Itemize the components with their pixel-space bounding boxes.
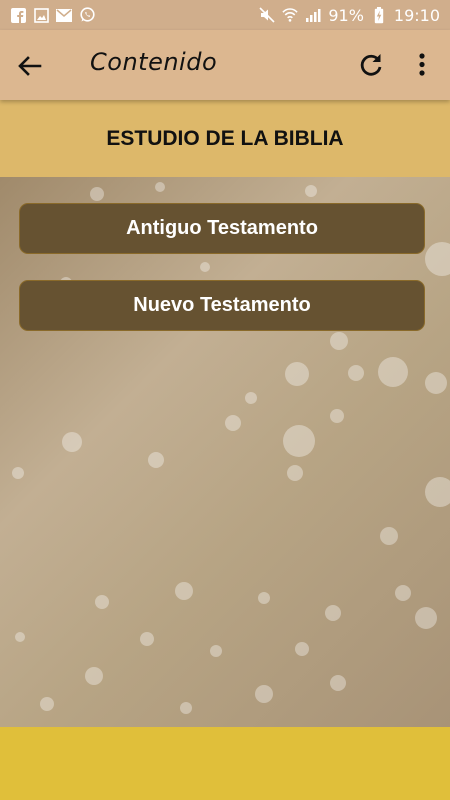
status-right: 91% 19:10 bbox=[259, 6, 440, 25]
nuevo-testamento-button[interactable]: Nuevo Testamento bbox=[19, 280, 425, 331]
bokeh-light bbox=[295, 642, 309, 656]
refresh-icon[interactable] bbox=[357, 51, 385, 79]
bokeh-light bbox=[155, 182, 165, 192]
bokeh-light bbox=[287, 465, 303, 481]
footer-band bbox=[0, 727, 450, 800]
bokeh-light bbox=[330, 332, 348, 350]
mute-icon bbox=[259, 7, 275, 23]
nuevo-testamento-label: Nuevo Testamento bbox=[133, 294, 311, 316]
app-bar: Contenido bbox=[0, 30, 450, 100]
bokeh-light bbox=[148, 452, 164, 468]
bokeh-light bbox=[180, 702, 192, 714]
bokeh-light bbox=[330, 675, 346, 691]
battery-charging-icon bbox=[371, 6, 387, 23]
bokeh-light bbox=[325, 605, 341, 621]
status-bar: 91% 19:10 bbox=[0, 0, 450, 30]
status-left bbox=[10, 7, 95, 23]
bokeh-light bbox=[140, 632, 154, 646]
bokeh-light bbox=[285, 362, 309, 386]
bokeh-light bbox=[330, 409, 344, 423]
header-band: ESTUDIO DE LA BIBLIA bbox=[0, 100, 450, 177]
bokeh-light bbox=[380, 527, 398, 545]
whatsapp-icon bbox=[79, 7, 95, 23]
bokeh-light bbox=[378, 357, 408, 387]
bokeh-light bbox=[283, 425, 315, 457]
bokeh-light bbox=[12, 467, 24, 479]
background-bokeh: Antiguo Testamento Nuevo Testamento bbox=[0, 177, 450, 727]
wifi-icon bbox=[282, 7, 298, 23]
facebook-icon bbox=[10, 7, 26, 23]
more-vert-icon[interactable] bbox=[412, 51, 432, 79]
gallery-icon bbox=[33, 7, 49, 23]
clock: 19:10 bbox=[393, 5, 440, 25]
bokeh-light bbox=[415, 607, 437, 629]
bokeh-light bbox=[225, 415, 241, 431]
bokeh-light bbox=[40, 697, 54, 711]
back-arrow-icon[interactable] bbox=[16, 52, 44, 80]
bokeh-light bbox=[210, 645, 222, 657]
section-title: ESTUDIO DE LA BIBLIA bbox=[106, 126, 344, 150]
antiguo-testamento-label: Antiguo Testamento bbox=[126, 217, 318, 239]
bokeh-light bbox=[90, 187, 104, 201]
bokeh-light bbox=[245, 392, 257, 404]
bokeh-light bbox=[305, 185, 317, 197]
bokeh-light bbox=[425, 372, 447, 394]
bokeh-light bbox=[348, 365, 364, 381]
bokeh-light bbox=[425, 477, 450, 507]
bokeh-light bbox=[62, 432, 82, 452]
bokeh-light bbox=[200, 262, 210, 272]
battery-percent: 91% bbox=[328, 5, 364, 25]
bokeh-light bbox=[395, 585, 411, 601]
bokeh-light bbox=[255, 685, 273, 703]
antiguo-testamento-button[interactable]: Antiguo Testamento bbox=[19, 203, 425, 254]
email-icon bbox=[56, 7, 72, 23]
bokeh-light bbox=[425, 242, 450, 276]
bokeh-light bbox=[175, 582, 193, 600]
bokeh-light bbox=[85, 667, 103, 685]
bokeh-light bbox=[258, 592, 270, 604]
page-title: Contenido bbox=[90, 48, 218, 76]
bokeh-light bbox=[15, 632, 25, 642]
bokeh-light bbox=[95, 595, 109, 609]
signal-icon bbox=[305, 7, 321, 23]
